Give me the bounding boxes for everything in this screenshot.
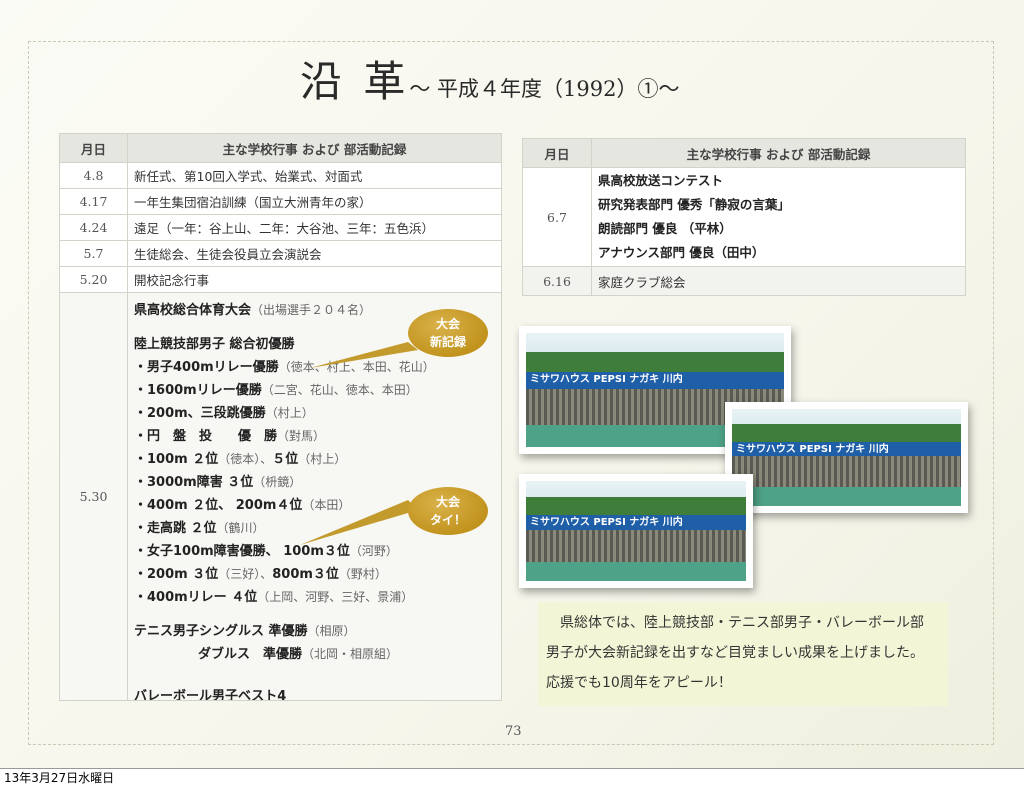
row-date: 4.8 [59, 162, 128, 189]
title-sub: 〜 平成４年度（1992）①〜 [409, 77, 680, 101]
result-line: ・400mリレー ４位（上岡、河野、三好、景浦） [134, 590, 414, 605]
header-events: 主な学校行事 および 部活動記録 [591, 138, 966, 168]
page-number: 73 [505, 724, 522, 739]
footer-date: 13年3月27日水曜日 [0, 768, 1024, 788]
result-line: ・走高跳 ２位（鶴川） [134, 521, 265, 536]
stadium-photo: ミサワハウス PEPSI ナガキ 川内 [725, 402, 968, 513]
caption-line: 応援でも10周年をアピール！ [546, 675, 732, 691]
row-date: 4.24 [59, 214, 128, 241]
caption-line: 県総体では、陸上競技部・テニス部男子・バレーボール部 [560, 615, 924, 631]
right-history-table: 月日 主な学校行事 および 部活動記録 6.7 県高校放送コンテスト 研究発表部… [522, 138, 966, 296]
result-line: テニス男子シングルス 準優勝（相原） [134, 624, 356, 639]
result-line: バレーボール男子ベスト4 [134, 689, 287, 701]
row-date: 6.16 [522, 266, 592, 296]
header-date: 月日 [59, 133, 128, 163]
broadcast-contest-cell: 県高校放送コンテスト 研究発表部門 優秀「静寂の言葉」 朗読部門 優良 （平林）… [591, 167, 966, 267]
result-line: ・200m ３位（三好）、800m３位（野村） [134, 567, 387, 582]
row-text: 開校記念行事 [127, 266, 502, 293]
page-title: 沿 革〜 平成４年度（1992）①〜 [300, 48, 679, 109]
result-line: 県高校総合体育大会（出場選手２０４名） [134, 303, 372, 318]
caption-line: 男子が大会新記録を出すなど目覚ましい成果を上げました。 [546, 645, 924, 661]
table-row: 6.7 県高校放送コンテスト 研究発表部門 優秀「静寂の言葉」 朗読部門 優良 … [522, 167, 966, 267]
slide: 沿 革〜 平成４年度（1992）①〜 月日 主な学校行事 および 部活動記録 4… [0, 0, 1024, 768]
record-bubble: 大会 新記録 [408, 309, 488, 357]
row-date: 4.17 [59, 188, 128, 215]
tie-bubble: 大会 タイ！ [408, 487, 488, 535]
row-text: 遠足（一年：谷上山、二年：大谷池、三年：五色浜） [127, 214, 502, 241]
title-main: 沿 革 [300, 57, 410, 106]
row-date: 6.7 [522, 167, 592, 267]
table-row: 4.17 一年生集団宿泊訓練（国立大洲青年の家） [59, 188, 502, 215]
result-line: ・200m、三段跳優勝（村上） [134, 406, 314, 421]
table-row: 6.16 家庭クラブ総会 [522, 266, 966, 296]
stadium-photo: ミサワハウス PEPSI ナガキ 川内 [519, 474, 753, 588]
row-text: 一年生集団宿泊訓練（国立大洲青年の家） [127, 188, 502, 215]
result-line: ・3000m障害 ３位（枡鏡） [134, 475, 302, 490]
row-date: 5.30 [59, 292, 128, 701]
row-text: 新任式、第10回入学式、始業式、対面式 [127, 162, 502, 189]
header-events: 主な学校行事 および 部活動記録 [127, 133, 502, 163]
row-date: 5.20 [59, 266, 128, 293]
result-line: ダブルス 準優勝（北岡・相原組） [198, 647, 399, 662]
result-line: 陸上競技部男子 総合初優勝 [134, 337, 295, 352]
table-row: 5.7 生徒総会、生徒会役員立会演説会 [59, 240, 502, 267]
table-row: 5.20 開校記念行事 [59, 266, 502, 293]
header-date: 月日 [522, 138, 592, 168]
row-text: 家庭クラブ総会 [591, 266, 966, 296]
row-text: 生徒総会、生徒会役員立会演説会 [127, 240, 502, 267]
caption-box: 県総体では、陸上競技部・テニス部男子・バレーボール部 男子が大会新記録を出すなど… [538, 602, 948, 706]
table-row: 4.24 遠足（一年：谷上山、二年：大谷池、三年：五色浜） [59, 214, 502, 241]
table-row: 4.8 新任式、第10回入学式、始業式、対面式 [59, 162, 502, 189]
row-date: 5.7 [59, 240, 128, 267]
